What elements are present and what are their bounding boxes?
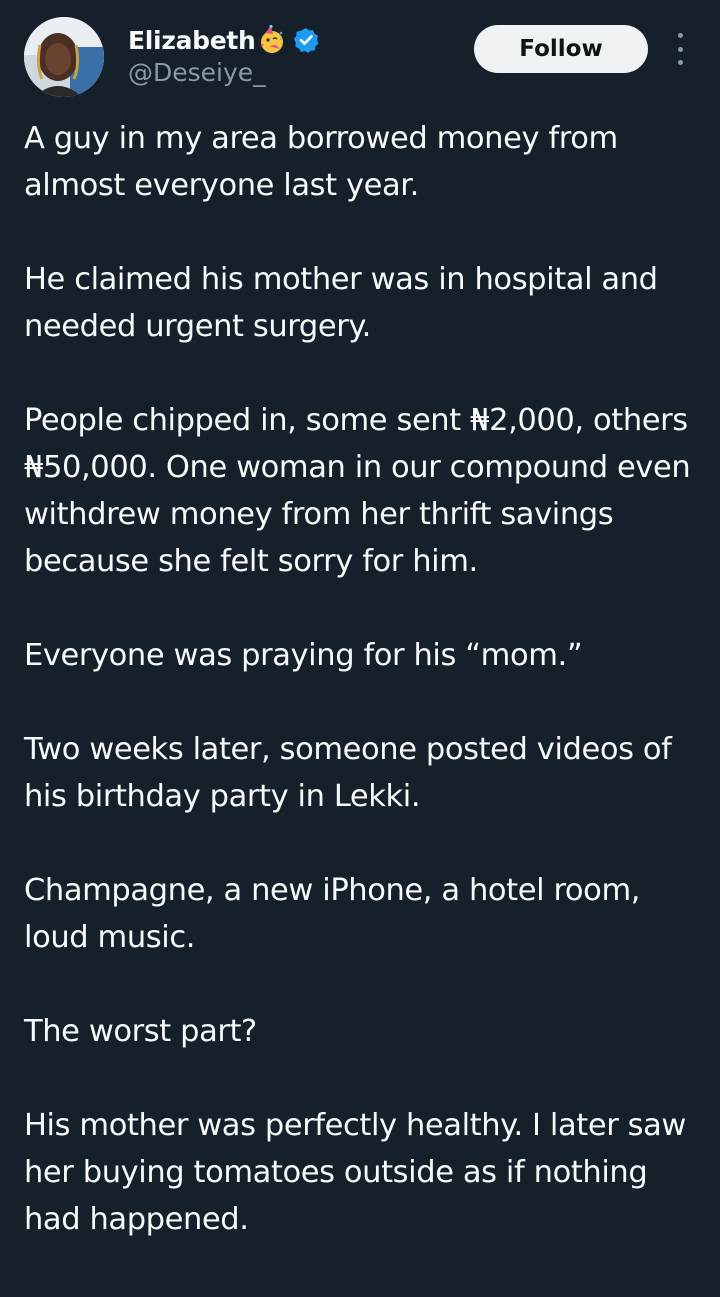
tweet-text: A guy in my area borrowed money from alm… [24, 115, 704, 1243]
tweet-paragraph: A guy in my area borrowed money from alm… [24, 121, 618, 203]
tweet-paragraph: Two weeks later, someone posted videos o… [24, 732, 672, 814]
author-display-name[interactable]: Elizabeth [128, 26, 256, 55]
author-handle[interactable]: @Deseiye_ [128, 58, 266, 87]
avatar[interactable] [24, 17, 104, 97]
follow-button[interactable]: Follow [474, 25, 648, 73]
tweet-paragraph: Champagne, a new iPhone, a hotel room, l… [24, 873, 641, 955]
more-vertical-icon[interactable] [668, 33, 692, 65]
tweet-header: Elizabeth @Deseiye_ Follow [0, 0, 720, 110]
verified-badge-icon [293, 27, 319, 53]
tweet-paragraph: He claimed his mother was in hospital an… [24, 262, 658, 344]
tweet-paragraph: Everyone was praying for his “mom.” [24, 638, 583, 673]
tweet-paragraph: The worst part? [24, 1014, 257, 1049]
tweet-paragraph: People chipped in, some sent ₦2,000, oth… [24, 403, 691, 579]
partying-face-emoji-icon [256, 24, 288, 56]
tweet-paragraph: His mother was perfectly healthy. I late… [24, 1108, 686, 1237]
author-name-row: Elizabeth [128, 22, 319, 58]
